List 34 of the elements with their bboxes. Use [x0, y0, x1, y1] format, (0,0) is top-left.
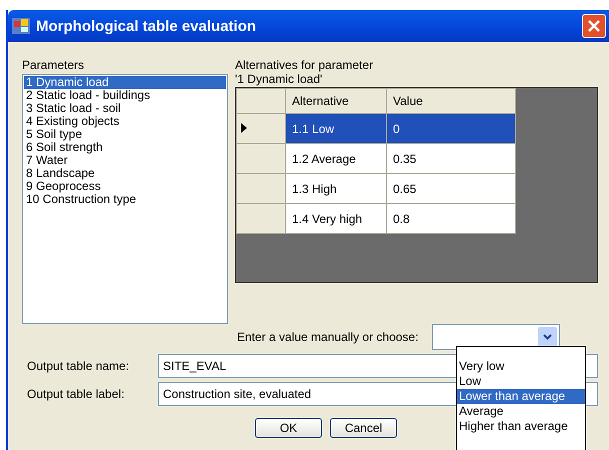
- parameter-item[interactable]: 1 Dynamic load: [24, 76, 226, 89]
- column-header[interactable]: Alternative: [286, 88, 386, 114]
- output-name-label: Output table name:: [26, 359, 130, 373]
- alternatives-label: Alternatives for parameter: [235, 58, 374, 72]
- parameter-item[interactable]: 7 Water: [24, 154, 226, 167]
- parameters-list[interactable]: 1 Dynamic load 2 Static load - buildings 3 Static load - soil 4 Existing objects 5 Soil type 6 Soil strength 7 Water 8 Landscape 9 Geoprocess 10 Construction type: [22, 74, 228, 324]
- table-cell: 1.4 Very high: [286, 204, 386, 234]
- table-cell: 0.65: [386, 174, 516, 204]
- table-cell: 0.8: [386, 204, 516, 234]
- table-cell: 1.3 High: [286, 174, 386, 204]
- dialog-button[interactable]: OK: [255, 418, 322, 438]
- parameter-item[interactable]: 6 Soil strength: [24, 141, 226, 154]
- table-cell: 0.35: [386, 144, 516, 174]
- parameters-label: Parameters: [22, 58, 86, 72]
- dropdown-option[interactable]: Lower than average: [457, 389, 585, 404]
- parameter-item[interactable]: 8 Landscape: [24, 167, 226, 180]
- parameter-item[interactable]: 2 Static load - buildings: [24, 89, 226, 102]
- parameter-item[interactable]: 5 Soil type: [24, 128, 226, 141]
- table-cell: 0: [386, 114, 516, 144]
- table-cell: 1.2 Average: [286, 144, 386, 174]
- dropdown-option[interactable]: Higher than average: [457, 419, 585, 434]
- dropdown-option[interactable]: Very low: [457, 359, 585, 374]
- parameter-name: '1 Dynamic load': [235, 72, 324, 86]
- column-header[interactable]: Value: [386, 88, 516, 114]
- choose-label: Enter a value manually or choose:: [237, 330, 418, 344]
- dropdown-option[interactable]: Average: [457, 404, 585, 419]
- output-label-label: Output table label:: [26, 387, 126, 401]
- window-title: Morphological table evaluation: [36, 18, 258, 34]
- parameter-item[interactable]: 10 Construction type: [24, 193, 226, 206]
- dialog-button[interactable]: Cancel: [330, 418, 397, 438]
- parameter-item[interactable]: 4 Existing objects: [24, 115, 226, 128]
- table-cell: 1.1 Low: [286, 114, 386, 144]
- parameter-item[interactable]: 9 Geoprocess: [24, 180, 226, 193]
- parameter-item[interactable]: 3 Static load - soil: [24, 102, 226, 115]
